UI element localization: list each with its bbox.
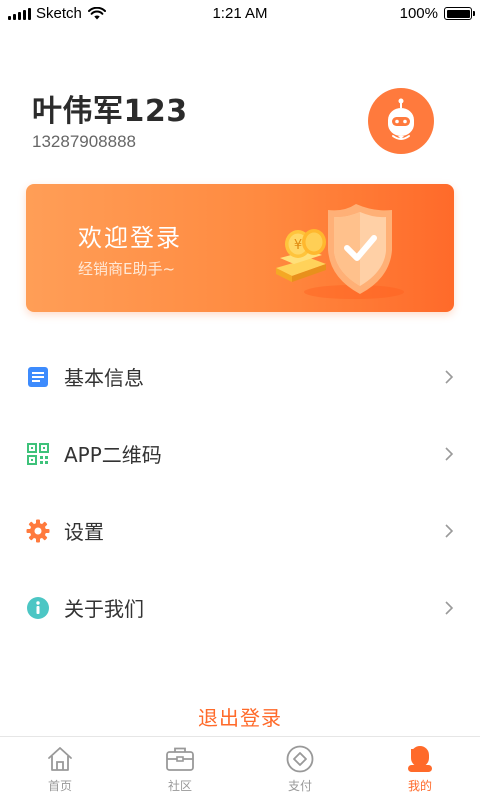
profile-header: 叶伟军123 13287908888	[32, 80, 448, 170]
tab-home[interactable]: 首页	[0, 737, 120, 800]
info-icon	[26, 596, 50, 620]
avatar[interactable]	[368, 88, 434, 154]
chevron-right-icon	[445, 446, 454, 461]
user-phone: 13287908888	[32, 132, 137, 151]
briefcase-icon	[165, 744, 195, 774]
tab-community[interactable]: 社区	[120, 737, 240, 800]
qr-code-icon	[26, 442, 50, 466]
signal-icon	[8, 7, 31, 20]
user-name: 叶伟军123	[32, 94, 188, 129]
menu-item-label: APP二维码	[64, 443, 162, 467]
tab-mine[interactable]: 我的	[360, 737, 480, 800]
menu-item-app-qrcode[interactable]: APP二维码	[0, 415, 480, 492]
carrier-name: Sketch	[36, 5, 82, 22]
menu-item-label: 设置	[64, 520, 104, 544]
battery-percent: 100%	[399, 5, 438, 22]
banner-title: 欢迎登录	[78, 224, 182, 252]
status-bar: Sketch 1:21 AM 100%	[0, 0, 480, 28]
status-right: 100%	[399, 5, 475, 22]
robot-avatar-icon	[388, 98, 414, 140]
gear-icon	[26, 519, 50, 543]
tab-label: 我的	[407, 779, 432, 793]
banner-subtitle: 经销商E助手~	[78, 260, 176, 278]
menu-item-about-us[interactable]: 关于我们	[0, 569, 480, 646]
chevron-right-icon	[445, 369, 454, 384]
shield-coins-illustration: ¥	[276, 204, 404, 299]
tab-label: 支付	[287, 779, 312, 793]
svg-text:¥: ¥	[294, 238, 302, 253]
status-left: Sketch	[8, 5, 106, 22]
welcome-banner[interactable]: 欢迎登录 经销商E助手~ ¥	[26, 184, 454, 312]
document-icon	[26, 365, 50, 389]
menu-item-label: 关于我们	[64, 597, 144, 621]
chevron-right-icon	[445, 523, 454, 538]
tab-payment[interactable]: 支付	[240, 737, 360, 800]
tab-label: 社区	[167, 779, 192, 793]
menu-item-label: 基本信息	[64, 366, 144, 390]
chevron-right-icon	[445, 600, 454, 615]
wifi-icon	[87, 7, 106, 20]
user-icon	[405, 744, 435, 774]
tab-label: 首页	[47, 779, 72, 793]
menu-item-basic-info[interactable]: 基本信息	[0, 338, 480, 415]
battery-icon	[444, 7, 475, 20]
menu-list: 基本信息 APP二维码 设置 关于我们	[0, 338, 480, 646]
tab-bar: 首页 社区 支付 我的	[0, 736, 480, 800]
menu-item-settings[interactable]: 设置	[0, 492, 480, 569]
payment-icon	[285, 744, 315, 774]
logout-button[interactable]: 退出登录	[0, 702, 480, 731]
home-icon	[45, 744, 75, 774]
